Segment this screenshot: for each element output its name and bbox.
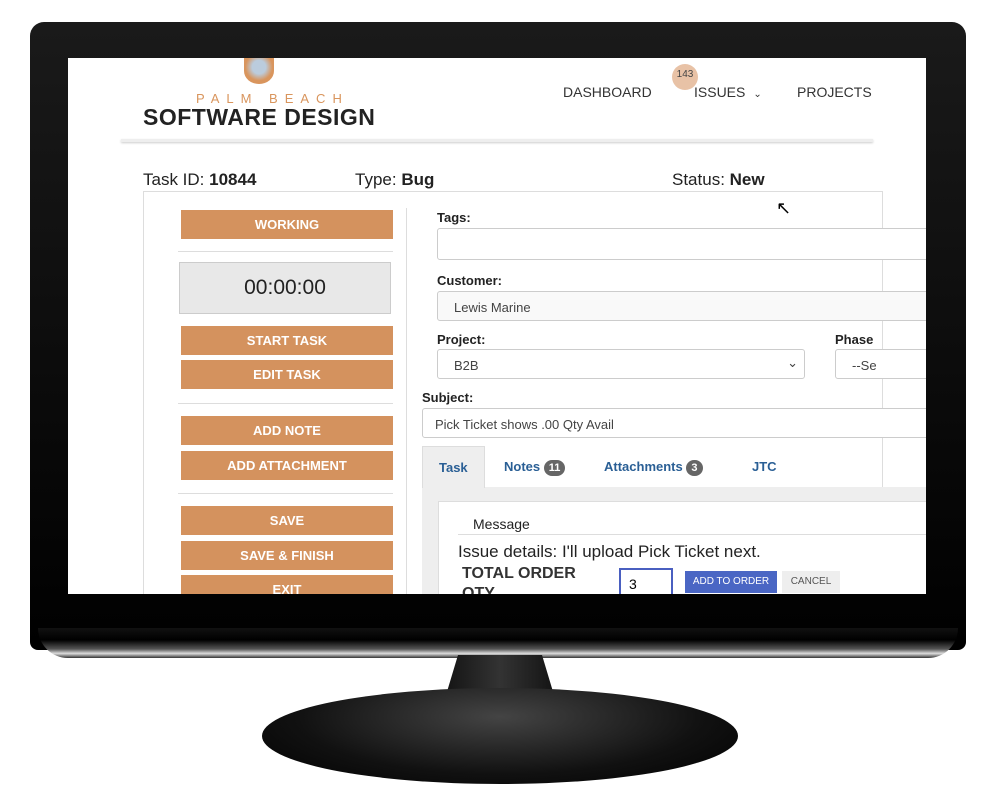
customer-field[interactable]: Lewis Marine — [437, 291, 926, 321]
header-divider — [121, 139, 873, 142]
exit-button[interactable]: EXIT — [181, 575, 393, 594]
nav-projects[interactable]: PROJECTS — [797, 84, 872, 100]
add-to-order-button[interactable]: ADD TO ORDER — [685, 571, 777, 593]
logo-line2: SOFTWARE DESIGN — [143, 104, 376, 130]
logo-icon — [244, 58, 274, 84]
chevron-down-icon: ⌄ — [787, 355, 798, 370]
screen: PALM BEACH SOFTWARE DESIGN 143 DASHBOARD… — [68, 58, 926, 594]
nav-issues[interactable]: ISSUES ⌄ — [694, 84, 762, 100]
cancel-button[interactable]: CANCEL — [782, 571, 840, 593]
task-type: Type: Bug — [355, 170, 435, 189]
divider — [178, 251, 393, 252]
message-text: Issue details: I'll upload Pick Ticket n… — [458, 542, 761, 561]
project-label: Project: — [437, 332, 486, 347]
project-select[interactable]: B2B ⌄ — [437, 349, 805, 379]
subject-label: Subject: — [422, 390, 474, 405]
phase-select[interactable]: --Se — [835, 349, 926, 379]
qty-label: TOTAL ORDER QTY — [462, 565, 576, 594]
notes-count-badge: 11 — [543, 460, 566, 476]
tab-attachments[interactable]: Attachments 3 — [588, 446, 719, 488]
tab-task[interactable]: Task — [422, 446, 485, 488]
nav-dashboard[interactable]: DASHBOARD — [563, 84, 652, 100]
divider — [178, 493, 393, 494]
qty-input[interactable]: 3 — [619, 568, 673, 594]
nav-issues-label: ISSUES — [694, 84, 746, 100]
chevron-down-icon: ⌄ — [753, 89, 762, 100]
save-button[interactable]: SAVE — [181, 506, 393, 535]
save-finish-button[interactable]: SAVE & FINISH — [181, 541, 393, 570]
task-id: Task ID: 10844 — [143, 170, 257, 189]
add-attachment-button[interactable]: ADD ATTACHMENT — [181, 451, 393, 480]
add-note-button[interactable]: ADD NOTE — [181, 416, 393, 445]
working-button[interactable]: WORKING — [181, 210, 393, 239]
divider — [178, 403, 393, 404]
message-header: Message — [473, 516, 530, 532]
column-divider — [406, 208, 407, 594]
monitor-base — [262, 688, 738, 784]
phase-label: Phase — [835, 332, 874, 347]
monitor-chin — [38, 628, 958, 658]
tags-input[interactable] — [437, 228, 926, 260]
tab-jtc[interactable]: JTC — [736, 446, 793, 488]
timer-display: 00:00:00 — [179, 262, 391, 314]
task-status: Status: New — [672, 170, 765, 189]
attachments-count-badge: 3 — [686, 460, 703, 476]
divider — [458, 534, 926, 535]
subject-input[interactable]: Pick Ticket shows .00 Qty Avail — [422, 408, 926, 438]
edit-task-button[interactable]: EDIT TASK — [181, 360, 393, 389]
tags-label: Tags: — [437, 210, 471, 225]
start-task-button[interactable]: START TASK — [181, 326, 393, 355]
customer-label: Customer: — [437, 273, 503, 288]
tab-notes[interactable]: Notes 11 — [488, 446, 581, 488]
